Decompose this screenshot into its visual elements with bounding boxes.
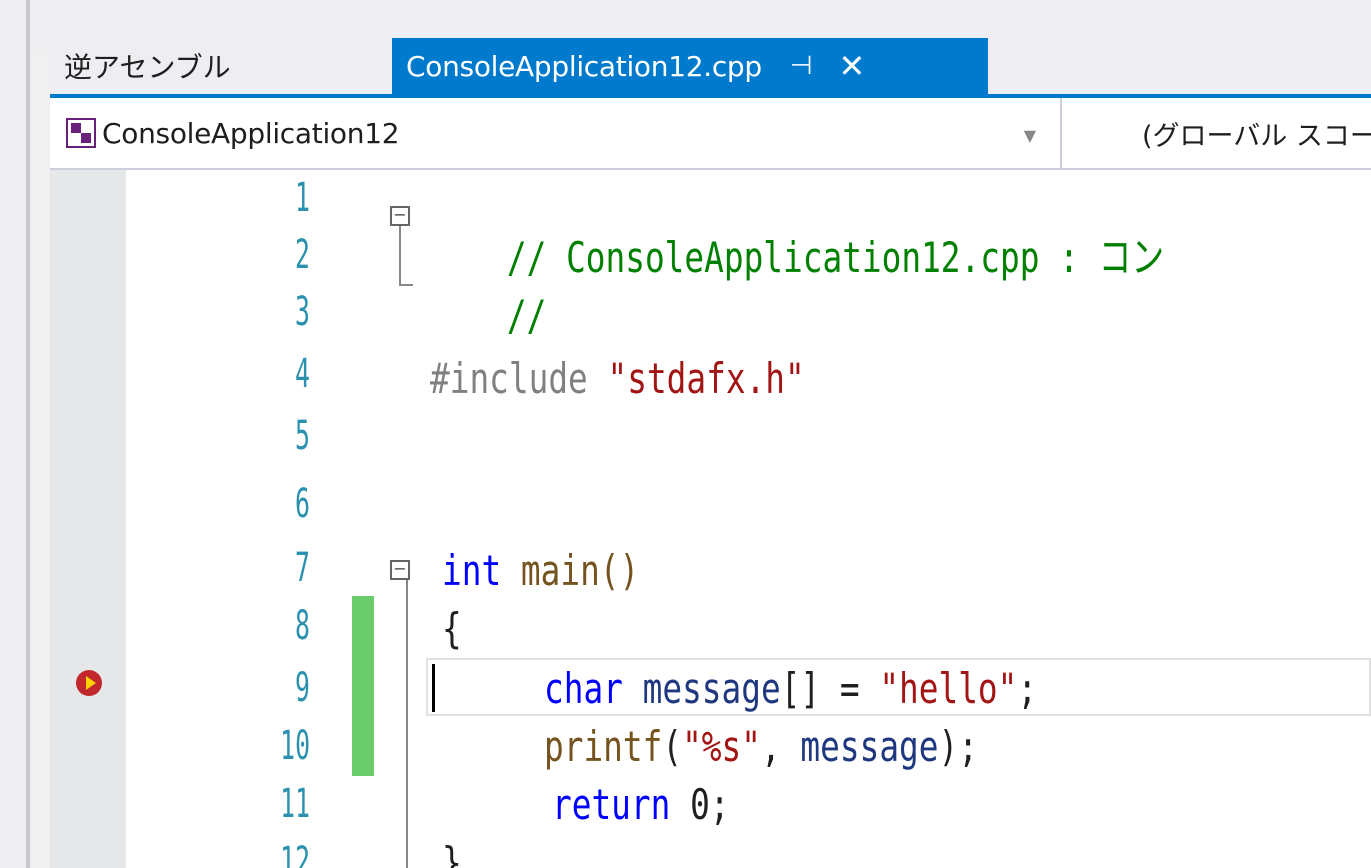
line-number: 7: [295, 545, 310, 591]
variable-name: message: [800, 722, 939, 771]
comment-text: //: [506, 291, 547, 340]
code-line-10: printf("%s", message);: [544, 718, 978, 775]
code-line-11: return 0;: [552, 776, 730, 833]
pin-icon[interactable]: ⊣: [790, 51, 813, 81]
document-tab-bar: 逆アセンブル ConsoleApplication12.cpp ⊣ ✕: [50, 38, 1371, 98]
comment-text: // ConsoleApplication12.cpp : コン: [506, 233, 1165, 282]
keyword: return: [552, 780, 691, 829]
tab-disassembly[interactable]: 逆アセンブル: [50, 38, 390, 94]
comma: ,: [760, 722, 801, 771]
line-number: 3: [295, 289, 310, 335]
code-line-12: }: [442, 834, 462, 868]
line-number: 2: [295, 232, 310, 278]
string-literal: "%s": [682, 722, 761, 771]
code-line-7: int main(): [442, 542, 639, 599]
scope-dropdown-label: (グローバル スコープ: [1142, 120, 1371, 152]
left-tool-rail: [0, 0, 30, 868]
preprocessor-directive: #include: [430, 354, 608, 403]
keyword: char: [544, 664, 643, 713]
code-editor[interactable]: − − 1 2 3 4 5 6 7 8 9 10 11 12 // Consol…: [50, 170, 1371, 868]
line-number: 10: [280, 723, 310, 769]
function-name: main(): [520, 546, 640, 595]
close-icon[interactable]: ✕: [839, 47, 866, 85]
code-line-9: char message[] = "hello";: [544, 660, 1037, 717]
line-number: 8: [295, 603, 310, 649]
navigation-bar: ConsoleApplication12 ▼ (グローバル スコープ: [50, 98, 1371, 170]
line-number: 12: [280, 839, 310, 868]
scope-dropdown[interactable]: (グローバル スコープ: [1062, 98, 1371, 168]
line-number: 1: [295, 175, 310, 221]
keyword: int: [442, 546, 521, 595]
return-value: 0;: [690, 780, 730, 829]
project-dropdown-label: ConsoleApplication12: [102, 116, 400, 150]
paren: (: [662, 722, 683, 771]
brace: {: [442, 604, 462, 653]
line-number: 5: [295, 413, 310, 459]
brace: }: [442, 838, 462, 868]
semicolon: ;: [1017, 664, 1038, 713]
line-number: 9: [295, 665, 310, 711]
cpp-project-icon: [66, 118, 96, 148]
tab-disassembly-label: 逆アセンブル: [64, 51, 231, 84]
project-dropdown[interactable]: ConsoleApplication12 ▼: [50, 98, 1062, 168]
paren-semicolon: );: [938, 722, 978, 771]
variable-name: message: [642, 664, 781, 713]
tab-console-application-cpp[interactable]: ConsoleApplication12.cpp ⊣ ✕: [392, 38, 988, 94]
operator: [] =: [780, 664, 880, 713]
line-number: 11: [280, 781, 310, 827]
string-literal: "hello": [879, 664, 1018, 713]
code-line-4: #include "stdafx.h": [430, 350, 805, 407]
tab-active-label: ConsoleApplication12.cpp: [406, 49, 762, 83]
code-line-8: {: [442, 600, 462, 657]
string-literal: "stdafx.h": [607, 354, 805, 403]
function-name: printf: [544, 722, 663, 771]
line-number: 4: [295, 351, 310, 397]
chevron-down-icon: ▼: [1023, 126, 1036, 145]
line-number: 6: [295, 481, 310, 527]
